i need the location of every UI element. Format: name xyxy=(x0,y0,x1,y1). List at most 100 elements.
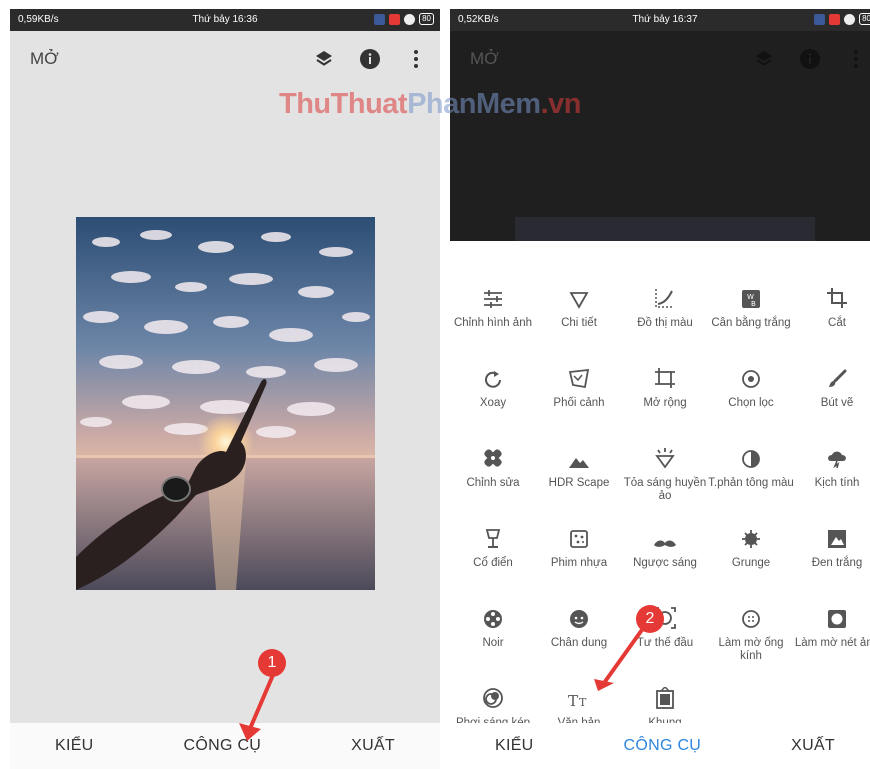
watermark: ThuThuatPhanMem.vn xyxy=(279,88,581,121)
tool-lens-blur[interactable]: Làm mờ ống kính xyxy=(708,597,794,663)
brush-icon xyxy=(829,369,847,387)
tool-healing[interactable]: Chỉnh sửa xyxy=(450,437,536,490)
tool-label: Bút vẽ xyxy=(820,397,854,409)
nav-export[interactable]: XUẤT xyxy=(351,737,395,755)
more-options-icon[interactable] xyxy=(844,47,868,71)
tool-black-white[interactable]: Đen trắng xyxy=(794,517,870,570)
media-icon xyxy=(844,13,856,25)
watermark-part-1: ThuThuat xyxy=(279,88,408,120)
watermark-part-3: .vn xyxy=(540,88,582,120)
facebook-icon xyxy=(814,13,826,25)
open-button[interactable]: MỞ xyxy=(470,49,499,69)
tool-label: Cân bằng trắng xyxy=(711,317,791,329)
layers-icon[interactable] xyxy=(752,47,776,71)
tool-hdr-scape[interactable]: HDR Scape xyxy=(536,437,622,490)
expand-icon xyxy=(655,368,675,388)
film-icon xyxy=(570,530,588,548)
tool-rotate[interactable]: Xoay xyxy=(450,357,536,410)
tool-crop[interactable]: Cắt xyxy=(794,277,870,330)
tool-label: Mở rộng xyxy=(643,397,687,409)
tool-label: Cổ điển xyxy=(473,557,513,569)
tonal-contrast-icon xyxy=(742,450,760,468)
glamour-icon xyxy=(655,448,675,469)
tool-retrolux[interactable]: Ngược sáng xyxy=(622,517,708,570)
tool-noir[interactable]: Noir xyxy=(450,597,536,650)
tool-brush[interactable]: Bút vẽ xyxy=(794,357,870,410)
tool-label: Đồ thị màu xyxy=(637,317,693,329)
text-icon: TT xyxy=(568,692,587,709)
rotate-icon xyxy=(485,371,501,388)
lens-blur-icon xyxy=(742,610,760,628)
curves-icon xyxy=(655,289,674,308)
more-options-icon[interactable] xyxy=(404,47,428,71)
tool-label: Chi tiết xyxy=(561,317,597,329)
tool-label: Làm mờ nét ảnh xyxy=(794,637,870,649)
tool-vintage[interactable]: Cổ điển xyxy=(450,517,536,570)
vignette-icon xyxy=(828,610,846,628)
tool-label: Phối cảnh xyxy=(553,397,605,409)
tool-tune-image[interactable]: Chỉnh hình ảnh xyxy=(450,277,536,330)
nav-styles[interactable]: KIỂU xyxy=(55,737,94,755)
perspective-icon xyxy=(568,369,590,389)
pointer-arrow-2 xyxy=(594,625,646,691)
tool-label: Phim nhựa xyxy=(550,557,608,569)
tune-icon xyxy=(484,290,502,308)
info-icon[interactable] xyxy=(358,47,382,71)
tool-grunge[interactable]: Grunge xyxy=(708,517,794,570)
lamp-icon xyxy=(485,529,501,548)
info-icon[interactable] xyxy=(798,47,822,71)
nav-tools[interactable]: CÔNG CỤ xyxy=(624,737,702,755)
tool-label: Grunge xyxy=(731,557,771,569)
reel-icon xyxy=(484,610,502,628)
tool-glamour-glow[interactable]: Tỏa sáng huyền ảo xyxy=(622,437,708,503)
tools-panel: Chỉnh hình ảnh Chi tiết Đồ thị màu WB Câ… xyxy=(450,241,870,729)
youtube-icon xyxy=(389,13,401,25)
app-bar: MỞ xyxy=(10,31,440,87)
tool-label: T.phản tông màu xyxy=(708,477,794,489)
tool-expand[interactable]: Mở rộng xyxy=(622,357,708,410)
tool-label: Cắt xyxy=(828,317,846,329)
layers-icon[interactable] xyxy=(312,47,336,71)
facebook-icon xyxy=(374,13,386,25)
svg-text:B: B xyxy=(751,300,756,308)
tool-perspective[interactable]: Phối cảnh xyxy=(536,357,622,410)
tool-details[interactable]: Chi tiết xyxy=(536,277,622,330)
tool-label: Làm mờ ống kính xyxy=(718,637,784,662)
tool-selective[interactable]: Chọn lọc xyxy=(708,357,794,410)
status-icons: 80 xyxy=(374,13,434,25)
open-button[interactable]: MỞ xyxy=(30,49,59,69)
tool-white-balance[interactable]: WB Cân bằng trắng xyxy=(708,277,794,330)
tool-curves[interactable]: Đồ thị màu xyxy=(622,277,708,330)
crop-icon xyxy=(827,288,847,308)
healing-icon xyxy=(484,449,502,467)
battery-indicator: 80 xyxy=(859,13,870,25)
edited-photo xyxy=(76,217,375,590)
double-exposure-icon xyxy=(483,688,503,708)
tool-grainy-film[interactable]: Phim nhựa xyxy=(536,517,622,570)
tool-label: Noir xyxy=(482,637,504,649)
youtube-icon xyxy=(829,13,841,25)
battery-indicator: 80 xyxy=(419,13,434,25)
tool-drama[interactable]: Kịch tính xyxy=(794,437,870,490)
bottom-navigation: KIỂU CÔNG CỤ XUẤT xyxy=(10,723,440,769)
dimmed-photo xyxy=(515,217,815,241)
nav-styles[interactable]: KIỂU xyxy=(495,737,534,755)
right-screen: 0,52KB/s Thứ bảy 16:37 80 MỞ Chỉnh hình … xyxy=(450,9,870,769)
mustache-icon xyxy=(654,540,676,547)
nav-export[interactable]: XUẤT xyxy=(791,737,835,755)
bottom-navigation: KIỂU CÔNG CỤ XUẤT xyxy=(450,723,870,769)
status-bar: 0,59KB/s Thứ bảy 16:36 80 xyxy=(10,9,440,31)
media-icon xyxy=(404,13,416,25)
watermark-part-2: PhanMem xyxy=(407,88,541,120)
tool-label: Chỉnh sửa xyxy=(466,477,520,489)
tool-vignette[interactable]: Làm mờ nét ảnh xyxy=(794,597,870,650)
app-bar: MỞ xyxy=(450,31,870,87)
drama-icon xyxy=(828,451,846,469)
tool-label: Chọn lọc xyxy=(728,397,774,409)
tool-label: Kịch tính xyxy=(814,477,860,489)
tool-tonal-contrast[interactable]: T.phản tông màu xyxy=(708,437,794,490)
grunge-icon xyxy=(742,530,760,548)
tool-label: Chỉnh hình ảnh xyxy=(453,317,532,329)
black-white-icon xyxy=(828,530,846,548)
mountain-icon xyxy=(569,458,589,468)
